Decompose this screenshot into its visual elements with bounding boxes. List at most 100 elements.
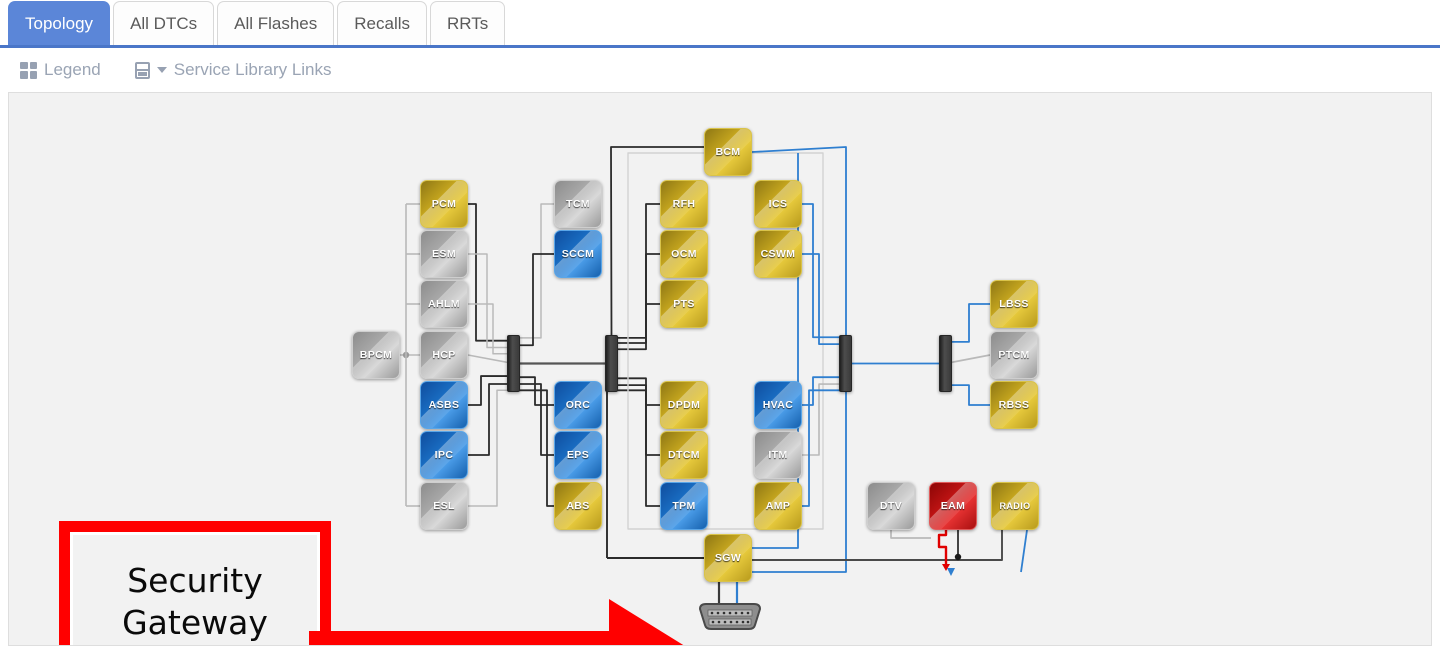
tab-label: RRTs	[447, 13, 489, 33]
node-orc[interactable]: ORC	[554, 381, 602, 429]
node-rbss[interactable]: RBSS	[990, 381, 1038, 429]
annotation-text: Security Gateway Module	[70, 532, 320, 645]
chevron-down-icon[interactable]	[156, 67, 167, 73]
tab-label: All Flashes	[234, 13, 318, 33]
node-amp[interactable]: AMP	[754, 482, 802, 530]
node-ahlm[interactable]: AHLM	[420, 280, 468, 328]
topology-canvas[interactable]: BPCM PCM ESM AHLM HCP ASBS IPC ESL TCM SCCM ORC EPS…	[8, 92, 1432, 646]
node-tpm[interactable]: TPM	[660, 482, 708, 530]
tab-topology[interactable]: Topology	[8, 1, 111, 45]
node-label: OCM	[671, 248, 697, 260]
node-label: HVAC	[762, 399, 794, 411]
link	[611, 384, 660, 456]
node-pts[interactable]: PTS	[660, 280, 708, 328]
node-esm[interactable]: ESM	[420, 230, 468, 278]
node-eps[interactable]: EPS	[554, 431, 602, 479]
link-junction	[954, 553, 962, 561]
annotation-line-2: Gateway	[122, 603, 268, 643]
node-cswm[interactable]: CSWM	[754, 230, 802, 278]
link	[468, 383, 514, 456]
node-label: TPM	[672, 500, 696, 512]
link	[945, 303, 990, 343]
node-eam[interactable]: EAM	[929, 482, 977, 530]
node-rfh[interactable]: RFH	[660, 180, 708, 228]
tab-label: Topology	[25, 13, 94, 33]
tab-all-dtcs[interactable]: All DTCs	[113, 1, 215, 45]
service-library-links-button[interactable]: Service Library Links	[134, 60, 332, 80]
link	[611, 253, 660, 344]
link	[468, 389, 514, 507]
link	[945, 354, 991, 365]
node-pcm[interactable]: PCM	[420, 180, 468, 228]
diagram-toolbar: Legend Service Library Links	[0, 51, 1440, 89]
annotation-box: Security Gateway Module	[59, 521, 331, 645]
annotation-arrow	[309, 599, 684, 645]
link	[513, 383, 554, 456]
node-esl[interactable]: ESL	[420, 482, 468, 530]
link	[611, 377, 660, 406]
node-label: AHLM	[428, 298, 460, 310]
tab-all-flashes[interactable]: All Flashes	[217, 1, 335, 45]
legend-button[interactable]: Legend	[20, 60, 101, 80]
bus-bar-center[interactable]	[605, 335, 618, 392]
node-hvac[interactable]: HVAC	[754, 381, 802, 429]
node-label: ABS	[566, 500, 590, 512]
node-label: CSWM	[760, 248, 796, 260]
node-label: RFH	[672, 198, 696, 210]
link	[890, 530, 931, 539]
node-label: ICS	[768, 198, 788, 210]
tab-label: All DTCs	[130, 13, 198, 33]
node-itm[interactable]: ITM	[754, 431, 802, 479]
node-label: HCP	[432, 349, 456, 361]
node-asbs[interactable]: ASBS	[420, 381, 468, 429]
node-lbss[interactable]: LBSS	[990, 280, 1038, 328]
node-label: ITM	[768, 449, 788, 461]
book-icon	[134, 61, 150, 79]
node-label: DPDM	[667, 399, 701, 411]
topology-app: Topology All DTCs All Flashes Recalls RRTs L…	[0, 0, 1440, 654]
node-label: ASBS	[428, 399, 460, 411]
node-hcp[interactable]: HCP	[420, 331, 468, 379]
tab-recalls[interactable]: Recalls	[337, 1, 428, 45]
node-label: ORC	[565, 399, 591, 411]
node-bpcm[interactable]: BPCM	[352, 331, 400, 379]
node-dtv[interactable]: DTV	[867, 482, 915, 530]
node-sgw[interactable]: SGW	[704, 534, 752, 582]
node-ptcm[interactable]: PTCM	[990, 331, 1038, 379]
node-dtcm[interactable]: DTCM	[660, 431, 708, 479]
bus-bar-left[interactable]	[507, 335, 520, 392]
bus-bar-far-right[interactable]	[939, 335, 952, 392]
link	[513, 253, 554, 347]
node-label: EPS	[566, 449, 590, 461]
node-label: ESM	[432, 248, 456, 260]
node-label: DTCM	[668, 449, 700, 461]
node-bcm[interactable]: BCM	[704, 128, 752, 176]
link-arrow	[947, 568, 955, 576]
link	[1020, 529, 1028, 573]
node-label: RADIO	[999, 501, 1031, 511]
link	[945, 384, 990, 406]
node-label: SCCM	[561, 248, 595, 260]
node-ocm[interactable]: OCM	[660, 230, 708, 278]
node-label: RBSS	[998, 399, 1030, 411]
node-label: AMP	[765, 500, 791, 512]
node-abs[interactable]: ABS	[554, 482, 602, 530]
link	[611, 389, 660, 507]
node-label: BPCM	[359, 349, 393, 361]
node-ipc[interactable]: IPC	[420, 431, 468, 479]
link	[611, 203, 660, 339]
service-library-label: Service Library Links	[173, 60, 332, 79]
node-tcm[interactable]: TCM	[554, 180, 602, 228]
node-label: ESL	[433, 500, 455, 512]
bus-bar-right[interactable]	[839, 335, 852, 392]
node-sccm[interactable]: SCCM	[554, 230, 602, 278]
node-radio[interactable]: RADIO	[991, 482, 1039, 530]
tab-rrts[interactable]: RRTs	[430, 1, 506, 45]
node-label: EAM	[940, 500, 966, 512]
legend-label: Legend	[44, 60, 101, 79]
node-dpdm[interactable]: DPDM	[660, 381, 708, 429]
node-label: TCM	[566, 198, 590, 210]
link	[802, 389, 846, 507]
node-label: IPC	[434, 449, 454, 461]
node-ics[interactable]: ICS	[754, 180, 802, 228]
